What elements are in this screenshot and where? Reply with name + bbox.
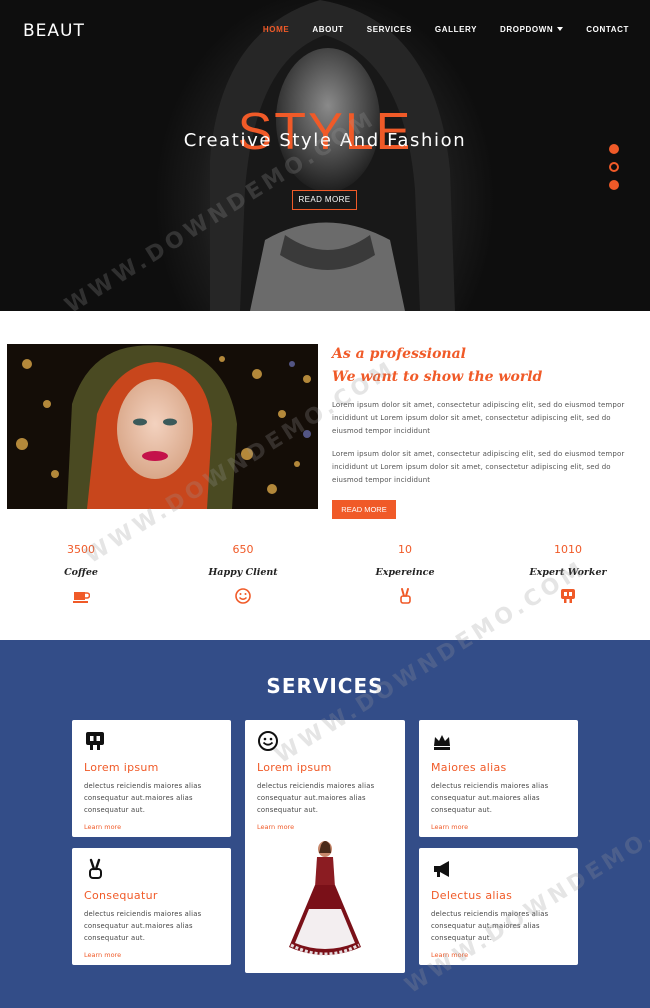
red-hair-woman-image (7, 344, 318, 509)
service-card-title: Consequatur (84, 889, 158, 902)
hero-read-more-button[interactable]: READ MORE (292, 190, 357, 210)
ball-gown-model-image (289, 841, 361, 956)
megaphone-icon (434, 861, 449, 877)
nav-gallery[interactable]: GALLERY (435, 25, 477, 34)
smiley-icon (258, 731, 278, 751)
nav-home[interactable]: HOME (263, 25, 289, 34)
service-card-text: delectus reiciendis maiores alias conseq… (84, 910, 202, 942)
worker-icon (561, 589, 575, 603)
service-card-3: Maiores alias delectus reiciendis maiore… (419, 720, 578, 837)
services-title: SERVICES (266, 674, 384, 698)
service-card-title: Lorem ipsum (257, 761, 332, 774)
service-card-5: Delectus alias delectus reiciendis maior… (419, 848, 578, 965)
stat-value: 3500 (67, 543, 95, 556)
peace-hand-icon (400, 588, 411, 604)
about-paragraph-2: Lorem ipsum dolor sit amet, consectetur … (332, 450, 625, 484)
stat-happy-client: 650 Happy Client (183, 543, 303, 609)
about-read-more-button[interactable]: READ MORE (332, 500, 396, 519)
stat-label: Expereince (375, 567, 435, 578)
service-card-title: Lorem ipsum (84, 761, 159, 774)
hero-section: BEAUT HOME ABOUT SERVICES GALLERY DROPDO… (0, 0, 650, 311)
crown-icon (434, 735, 450, 750)
service-card-text: delectus reiciendis maiores alias conseq… (84, 782, 202, 814)
about-paragraph-1: Lorem ipsum dolor sit amet, consectetur … (332, 401, 625, 435)
coffee-cup-icon (73, 592, 91, 603)
nav-dropdown[interactable]: DROPDOWN (500, 25, 564, 34)
slider-dots (609, 144, 619, 198)
stat-value: 10 (398, 543, 412, 556)
service-card-text: delectus reiciendis maiores alias conseq… (431, 910, 549, 942)
stat-label: Happy Client (208, 567, 278, 578)
service-card-title: Maiores alias (431, 761, 507, 774)
stat-label: Coffee (64, 567, 98, 578)
main-nav: HOME ABOUT SERVICES GALLERY DROPDOWN CON… (240, 25, 629, 34)
service-card-4: Consequatur delectus reiciendis maiores … (72, 848, 231, 965)
nav-about[interactable]: ABOUT (312, 25, 343, 34)
caret-down-icon (557, 27, 564, 31)
stat-label: Expert Worker (529, 567, 607, 578)
service-card-text: delectus reiciendis maiores alias conseq… (257, 782, 375, 814)
learn-more-link[interactable]: Learn more (257, 823, 393, 831)
stat-coffee: 3500 Coffee (21, 543, 141, 609)
about-heading-line2: We want to show the world (332, 369, 543, 385)
slider-dot-3[interactable] (609, 180, 619, 190)
nav-contact[interactable]: CONTACT (586, 25, 629, 34)
service-card-1: Lorem ipsum delectus reiciendis maiores … (72, 720, 231, 837)
stat-experience: 10 Expereince (345, 543, 465, 609)
learn-more-link[interactable]: Learn more (431, 823, 566, 831)
peace-hand-icon (89, 858, 102, 879)
brand-logo[interactable]: BEAUT (23, 21, 85, 41)
slider-dot-2[interactable] (609, 162, 619, 172)
nav-services[interactable]: SERVICES (367, 25, 412, 34)
learn-more-link[interactable]: Learn more (84, 823, 219, 831)
slider-dot-1[interactable] (609, 144, 619, 154)
hero-title: Creative Style And Fashion (183, 130, 467, 151)
stat-expert-worker: 1010 Expert Worker (508, 543, 628, 609)
smiley-icon (235, 588, 251, 604)
about-heading-line1: As a professional (332, 346, 466, 362)
learn-more-link[interactable]: Learn more (431, 951, 566, 959)
learn-more-link[interactable]: Learn more (84, 951, 219, 959)
nav-dropdown-label: DROPDOWN (500, 25, 554, 34)
stat-value: 1010 (554, 543, 582, 556)
service-card-title: Delectus alias (431, 889, 513, 902)
worker-icon (86, 732, 104, 750)
service-card-2: Lorem ipsum delectus reiciendis maiores … (245, 720, 405, 973)
service-card-text: delectus reiciendis maiores alias conseq… (431, 782, 549, 814)
stat-value: 650 (232, 543, 254, 556)
